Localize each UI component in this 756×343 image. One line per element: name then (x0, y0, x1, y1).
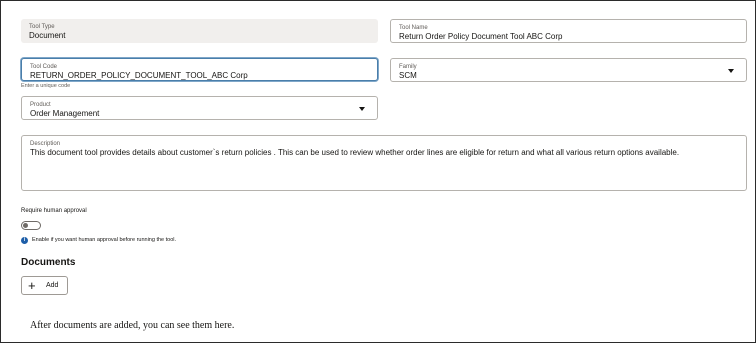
product-select[interactable]: Product Order Management (21, 96, 378, 120)
plus-icon: + (28, 278, 36, 293)
toggle-knob (23, 223, 28, 228)
add-button-label: Add (46, 282, 59, 289)
tool-name-value[interactable]: Return Order Policy Document Tool ABC Co… (399, 32, 562, 42)
info-icon: i (21, 237, 28, 244)
description-field[interactable]: Description This document tool provides … (21, 135, 747, 191)
approval-toggle[interactable] (21, 221, 41, 230)
approval-info-text: Enable if you want human approval before… (32, 237, 177, 243)
chevron-down-icon[interactable] (728, 69, 734, 73)
tool-code-hint: Enter a unique code (21, 83, 71, 89)
documents-empty-message: After documents are added, you can see t… (30, 320, 235, 331)
family-select[interactable]: Family SCM (390, 58, 747, 82)
tool-code-label: Tool Code (30, 64, 58, 70)
description-label: Description (30, 141, 61, 147)
approval-label: Require human approval (21, 208, 87, 214)
tool-name-field[interactable]: Tool Name Return Order Policy Document T… (390, 19, 747, 43)
tool-code-field[interactable]: Tool Code RETURN_ORDER_POLICY_DOCUMENT_T… (21, 58, 378, 81)
product-label: Product (30, 102, 51, 108)
description-value[interactable]: This document tool provides details abou… (30, 148, 736, 158)
tool-type-label: Tool Type (29, 24, 55, 30)
product-value: Order Management (30, 109, 100, 118)
documents-heading: Documents (21, 257, 76, 268)
add-document-button[interactable]: + Add (21, 276, 68, 295)
tool-code-value[interactable]: RETURN_ORDER_POLICY_DOCUMENT_TOOL_ABC Co… (30, 71, 248, 81)
tool-type-value: Document (29, 31, 66, 40)
tool-name-label: Tool Name (399, 25, 428, 31)
tool-type-field: Tool Type Document (21, 19, 378, 43)
chevron-down-icon[interactable] (359, 107, 365, 111)
family-label: Family (399, 64, 417, 70)
family-value: SCM (399, 71, 417, 80)
